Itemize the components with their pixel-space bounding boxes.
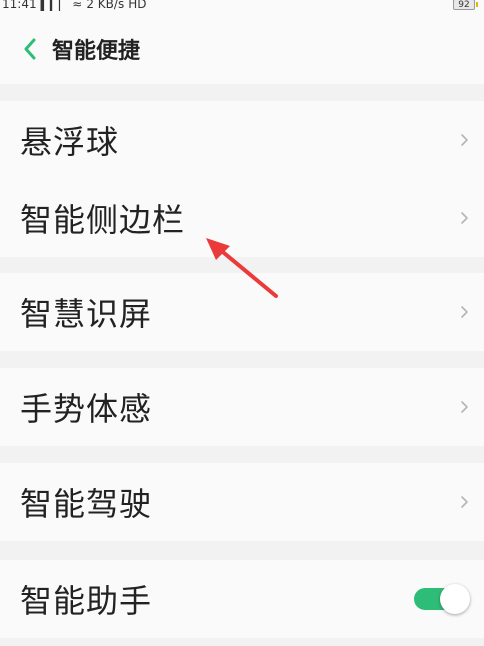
settings-group-4: 智能驾驶 <box>0 463 484 541</box>
app-header: 智能便捷 <box>0 14 484 84</box>
status-bar: 11:41 ▍▎▏ ≈ 2 KB/s HD 92 <box>0 0 484 14</box>
settings-row-gestures-motions[interactable]: 手势体感 <box>0 368 484 446</box>
status-left: 11:41 ▍▎▏ ≈ 2 KB/s HD <box>2 0 146 10</box>
back-button[interactable] <box>10 24 50 74</box>
row-label: 悬浮球 <box>20 123 120 161</box>
chevron-right-icon <box>461 212 468 224</box>
page-title: 智能便捷 <box>52 39 141 64</box>
settings-row-floating-ball[interactable]: 悬浮球 <box>0 101 484 179</box>
settings-row-smart-sidebar[interactable]: 智能侧边栏 <box>0 179 484 257</box>
row-label: 手势体感 <box>20 390 153 428</box>
settings-group-5: 智能助手 <box>0 560 484 638</box>
toggle-knob <box>440 584 470 614</box>
chevron-left-icon <box>24 38 36 60</box>
settings-group-1: 悬浮球 智能侧边栏 <box>0 101 484 257</box>
battery-icon: 92 <box>453 0 475 10</box>
row-label: 智能助手 <box>20 582 153 620</box>
smart-assistant-toggle[interactable] <box>414 584 470 614</box>
row-label: 智能驾驶 <box>20 485 153 523</box>
settings-row-smart-driving[interactable]: 智能驾驶 <box>0 463 484 541</box>
chevron-right-icon <box>461 401 468 413</box>
row-label: 智慧识屏 <box>20 295 153 333</box>
chevron-right-icon <box>461 134 468 146</box>
settings-group-3: 手势体感 <box>0 368 484 446</box>
signal-icon: ▍▎▏ <box>40 0 69 11</box>
hd-icon: HD <box>128 0 147 11</box>
clock: 11:41 <box>2 0 37 11</box>
settings-row-smart-screen-recognition[interactable]: 智慧识屏 <box>0 273 484 351</box>
network-speed: 2 KB/s <box>86 0 125 11</box>
settings-group-2: 智慧识屏 <box>0 273 484 351</box>
settings-row-smart-assistant[interactable]: 智能助手 <box>0 560 484 638</box>
wifi-icon: ≈ <box>72 0 83 11</box>
chevron-right-icon <box>461 496 468 508</box>
battery-indicator: 92 <box>453 0 478 10</box>
row-label: 智能侧边栏 <box>20 201 186 239</box>
battery-charging-tip <box>476 2 478 7</box>
chevron-right-icon <box>461 306 468 318</box>
